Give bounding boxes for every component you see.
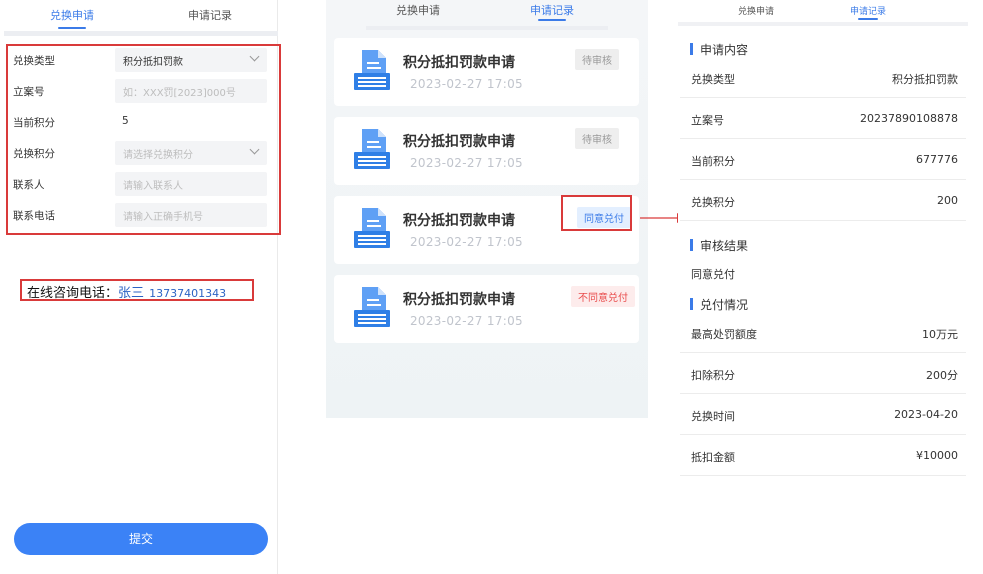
tab-label: 兑换申请	[737, 7, 774, 17]
tab-exchange-apply[interactable]: 兑换申请	[388, 2, 448, 18]
detail-label: 兑换类型	[691, 73, 735, 86]
detail-value: 20237890108878	[860, 112, 958, 125]
type-value: 积分抵扣罚款	[123, 57, 183, 68]
card-title: 积分抵扣罚款申请	[403, 292, 515, 308]
type-label: 兑换类型	[13, 55, 55, 67]
status-highlight-box	[561, 195, 632, 231]
section-payout-title: 兑付情况	[690, 296, 748, 313]
contact-input[interactable]: 请输入联系人	[115, 172, 267, 196]
current-points-value: 5	[122, 115, 129, 127]
record-card[interactable]: 积分抵扣罚款申请 2023-02-27 17:05 待审核	[334, 117, 639, 185]
form-row-exchange: 兑换积分 请选择兑换积分	[6, 141, 268, 165]
form-row-phone: 联系电话 请输入正确手机号	[6, 203, 268, 227]
card-title: 积分抵扣罚款申请	[403, 213, 515, 229]
detail-value: 2023-04-20	[894, 408, 958, 421]
detail-label: 抵扣金额	[691, 451, 735, 464]
detail-row: 抵扣金额 ¥10000	[680, 436, 966, 476]
consult-phone-box: 在线咨询电话：张三 13737401343	[20, 279, 254, 301]
tab-apply-records[interactable]: 申请记录	[838, 4, 898, 20]
tab-apply-records[interactable]: 申请记录	[522, 2, 582, 21]
document-icon	[354, 50, 390, 90]
exchange-points-select[interactable]: 请选择兑换积分	[115, 141, 267, 165]
detail-value: 积分抵扣罚款	[892, 73, 958, 86]
tab-divider	[4, 31, 278, 36]
detail-value: 677776	[916, 153, 958, 166]
status-badge: 待审核	[575, 49, 619, 70]
contact-label: 联系人	[13, 179, 45, 191]
detail-row: 立案号 20237890108878	[680, 99, 966, 139]
form-row-current: 当前积分 5	[6, 110, 268, 134]
document-icon	[354, 287, 390, 327]
card-title: 积分抵扣罚款申请	[403, 55, 515, 71]
case-label: 立案号	[13, 86, 45, 98]
detail-row: 兑换类型 积分抵扣罚款	[680, 58, 966, 98]
tab-divider	[366, 26, 608, 30]
consult-label: 在线咨询电话：	[27, 286, 119, 301]
detail-row: 扣除积分 200分	[680, 354, 966, 394]
consult-name: 张三	[118, 286, 145, 301]
detail-value: 10万元	[922, 328, 958, 341]
tab-label: 兑换申请	[50, 9, 94, 22]
record-detail-panel: 兑换申请 申请记录 申请内容 兑换类型 积分抵扣罚款 立案号 202378901…	[678, 0, 968, 574]
document-icon	[354, 208, 390, 248]
form-row-type: 兑换类型 积分抵扣罚款	[6, 48, 268, 72]
chevron-down-icon	[249, 144, 260, 155]
detail-row: 兑换时间 2023-04-20	[680, 395, 966, 435]
tab-label: 申请记录	[188, 9, 232, 22]
detail-label: 立案号	[691, 114, 724, 127]
card-title: 积分抵扣罚款申请	[403, 134, 515, 150]
document-icon	[354, 129, 390, 169]
case-placeholder: 如：XXX罚[2023]000号	[123, 88, 236, 99]
tab-label: 申请记录	[530, 4, 574, 17]
case-number-input[interactable]: 如：XXX罚[2023]000号	[115, 79, 267, 103]
status-badge: 待审核	[575, 128, 619, 149]
submit-button[interactable]: 提交	[14, 523, 268, 555]
tab-apply-records[interactable]: 申请记录	[180, 7, 240, 23]
phone-input[interactable]: 请输入正确手机号	[115, 203, 267, 227]
tab-exchange-apply[interactable]: 兑换申请	[42, 7, 102, 29]
tab-exchange-apply[interactable]: 兑换申请	[726, 4, 786, 17]
phone-placeholder: 请输入正确手机号	[123, 212, 203, 223]
tab-divider	[678, 22, 968, 26]
section-apply-title: 申请内容	[690, 41, 748, 58]
phone-label: 联系电话	[13, 210, 55, 222]
detail-row: 兑换积分 200	[680, 181, 966, 221]
detail-row: 当前积分 677776	[680, 140, 966, 180]
exchange-placeholder: 请选择兑换积分	[123, 150, 193, 161]
card-date: 2023-02-27 17:05	[410, 235, 523, 249]
section-result-title: 审核结果	[690, 237, 748, 254]
form-row-case: 立案号 如：XXX罚[2023]000号	[6, 79, 268, 103]
apply-records-panel: 兑换申请 申请记录 积分抵扣罚款申请 2023-02-27 17:05 待审核	[326, 0, 648, 418]
type-select[interactable]: 积分抵扣罚款	[115, 48, 267, 72]
tab-indicator	[538, 19, 566, 21]
contact-placeholder: 请输入联系人	[123, 181, 183, 192]
tab-label: 申请记录	[849, 7, 886, 17]
detail-label: 兑换时间	[691, 410, 735, 423]
exchange-points-label: 兑换积分	[13, 148, 55, 160]
detail-label: 扣除积分	[691, 369, 735, 382]
chevron-down-icon	[249, 51, 260, 62]
detail-value: ¥10000	[916, 449, 958, 462]
form-row-contact: 联系人 请输入联系人	[6, 172, 268, 196]
result-text: 同意兑付	[691, 268, 735, 281]
card-date: 2023-02-27 17:05	[410, 314, 523, 328]
current-points-label: 当前积分	[13, 117, 55, 129]
card-date: 2023-02-27 17:05	[410, 156, 523, 170]
detail-value: 200分	[926, 369, 958, 382]
detail-label: 兑换积分	[691, 196, 735, 209]
exchange-form-panel: 兑换申请 申请记录 兑换类型 积分抵扣罚款 立案号 如：XXX罚[2023]00…	[0, 0, 281, 574]
tab-indicator	[58, 27, 86, 29]
status-badge: 不同意兑付	[571, 286, 635, 307]
tab-label: 兑换申请	[396, 4, 440, 17]
detail-label: 当前积分	[691, 155, 735, 168]
detail-value: 200	[937, 194, 958, 207]
card-date: 2023-02-27 17:05	[410, 77, 523, 91]
tab-indicator	[858, 18, 878, 20]
consult-phone-link[interactable]: 13737401343	[149, 287, 226, 300]
record-card[interactable]: 积分抵扣罚款申请 2023-02-27 17:05 待审核	[334, 38, 639, 106]
record-card[interactable]: 积分抵扣罚款申请 2023-02-27 17:05 不同意兑付	[334, 275, 639, 343]
detail-label: 最高处罚额度	[691, 328, 757, 341]
detail-row: 最高处罚额度 10万元	[680, 313, 966, 353]
